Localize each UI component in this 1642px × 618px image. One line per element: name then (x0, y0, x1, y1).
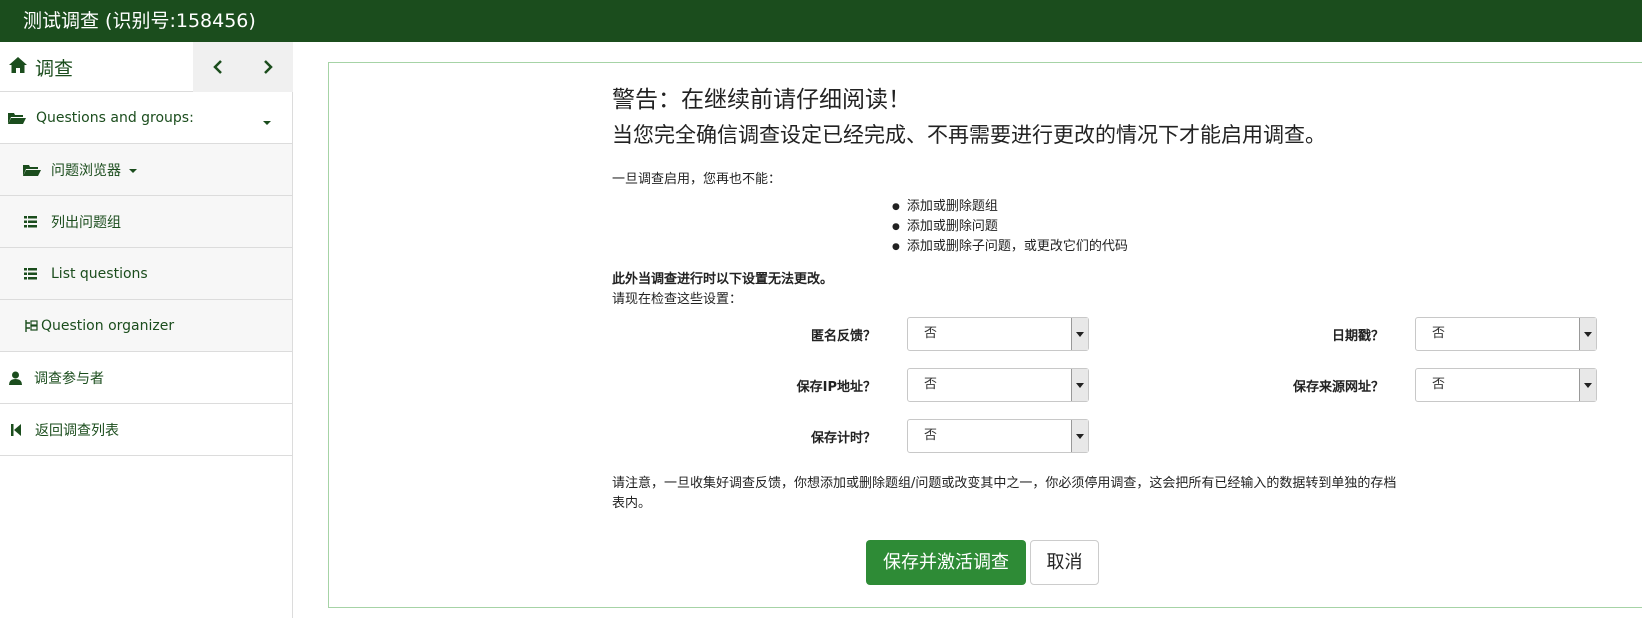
cancel-button[interactable]: 取消 (1030, 540, 1099, 585)
warning-subtitle: 当您完全确信调查设定已经完成、不再需要进行更改的情况下才能启用调查。 (612, 123, 1326, 147)
sidebar-item-label: Questions and groups: (36, 109, 194, 126)
datestamp-label: 日期戳？ (1331, 329, 1384, 344)
user-icon (9, 371, 22, 385)
chevron-down-icon (1579, 318, 1596, 350)
sidebar-item-question-organizer[interactable]: Question organizer (0, 300, 292, 352)
ipaddr-label: 保存IP地址？ (796, 380, 876, 395)
sidebar: 调查 Questions and groups: 问题浏览器 列出问题组 Lis… (0, 42, 293, 618)
sidebar-item-label: 返回调查列表 (35, 422, 119, 439)
savetimings-label: 保存计时？ (810, 431, 876, 446)
caret-down-icon (128, 162, 138, 178)
folder-open-icon (7, 111, 27, 125)
chevron-down-icon (1071, 369, 1088, 401)
chevron-down-icon (1071, 420, 1088, 452)
app-header: 测试调查 (识别号:158456) (0, 0, 1642, 42)
sidebar-item-question-explorer[interactable]: 问题浏览器 (0, 144, 292, 196)
sidebar-home-label: 调查 (35, 57, 74, 80)
list-item: 添加或删除题组 (892, 197, 1128, 217)
caret-down-icon (262, 114, 272, 130)
restriction-list: 添加或删除题组 添加或删除问题 添加或删除子问题，或更改它们的代码 (892, 197, 1128, 257)
note-text-line2: 表内。 (612, 496, 652, 511)
sidebar-header: 调查 (0, 42, 293, 92)
settings-note: 此外当调查进行时以下设置无法更改。 (612, 272, 834, 287)
check-settings-text: 请现在检查这些设置： (612, 292, 743, 307)
chevron-right-icon[interactable] (243, 42, 293, 92)
anonymized-label: 匿名反馈？ (810, 329, 876, 344)
sidebar-item-back-to-list[interactable]: 返回调查列表 (0, 404, 292, 456)
step-backward-icon (11, 423, 21, 436)
sidebar-nav-arrows (193, 42, 293, 92)
datestamp-value: 否 (1432, 326, 1446, 341)
list-item: 添加或删除问题 (892, 217, 1128, 237)
sidebar-item-label: List questions (51, 265, 148, 282)
sidebar-item-list-groups[interactable]: 列出问题组 (0, 196, 292, 248)
sidebar-item-participants[interactable]: 调查参与者 (0, 352, 292, 404)
ipaddr-value: 否 (924, 377, 938, 392)
sidebar-home-link[interactable]: 调查 (8, 42, 73, 92)
folder-open-icon (22, 163, 42, 177)
savetimings-select[interactable]: 否 (907, 419, 1089, 453)
list-icon (24, 215, 37, 228)
savetimings-value: 否 (924, 428, 938, 443)
sidebar-item-label: 问题浏览器 (51, 162, 121, 179)
anonymized-value: 否 (924, 326, 938, 341)
refurl-value: 否 (1432, 377, 1446, 392)
save-activate-button[interactable]: 保存并激活调查 (866, 540, 1026, 585)
home-icon (8, 56, 35, 79)
warning-title: 警告：在继续前请仔细阅读！ (612, 87, 911, 113)
sidebar-item-list-questions[interactable]: List questions (0, 248, 292, 300)
list-icon (24, 267, 37, 280)
organizer-icon (24, 319, 38, 333)
chevron-down-icon (1071, 318, 1088, 350)
sidebar-item-label: 调查参与者 (34, 370, 104, 387)
refurl-label: 保存来源网址？ (1292, 380, 1384, 395)
note-text-line1: 请注意，一旦收集好调查反馈，你想添加或删除题组/问题或改变其中之一，你必须停用调… (612, 476, 1397, 491)
ipaddr-select[interactable]: 否 (907, 368, 1089, 402)
sidebar-item-label: 列出问题组 (51, 214, 121, 231)
datestamp-select[interactable]: 否 (1415, 317, 1597, 351)
anonymized-select[interactable]: 否 (907, 317, 1089, 351)
survey-title: 测试调查 (识别号:158456) (23, 10, 256, 32)
list-item: 添加或删除子问题，或更改它们的代码 (892, 237, 1128, 257)
sidebar-item-questions-groups[interactable]: Questions and groups: (0, 92, 292, 144)
sidebar-item-label: Question organizer (41, 317, 175, 334)
once-active-text: 一旦调查启用，您再也不能： (612, 172, 782, 187)
chevron-down-icon (1579, 369, 1596, 401)
refurl-select[interactable]: 否 (1415, 368, 1597, 402)
chevron-left-icon[interactable] (193, 42, 243, 92)
